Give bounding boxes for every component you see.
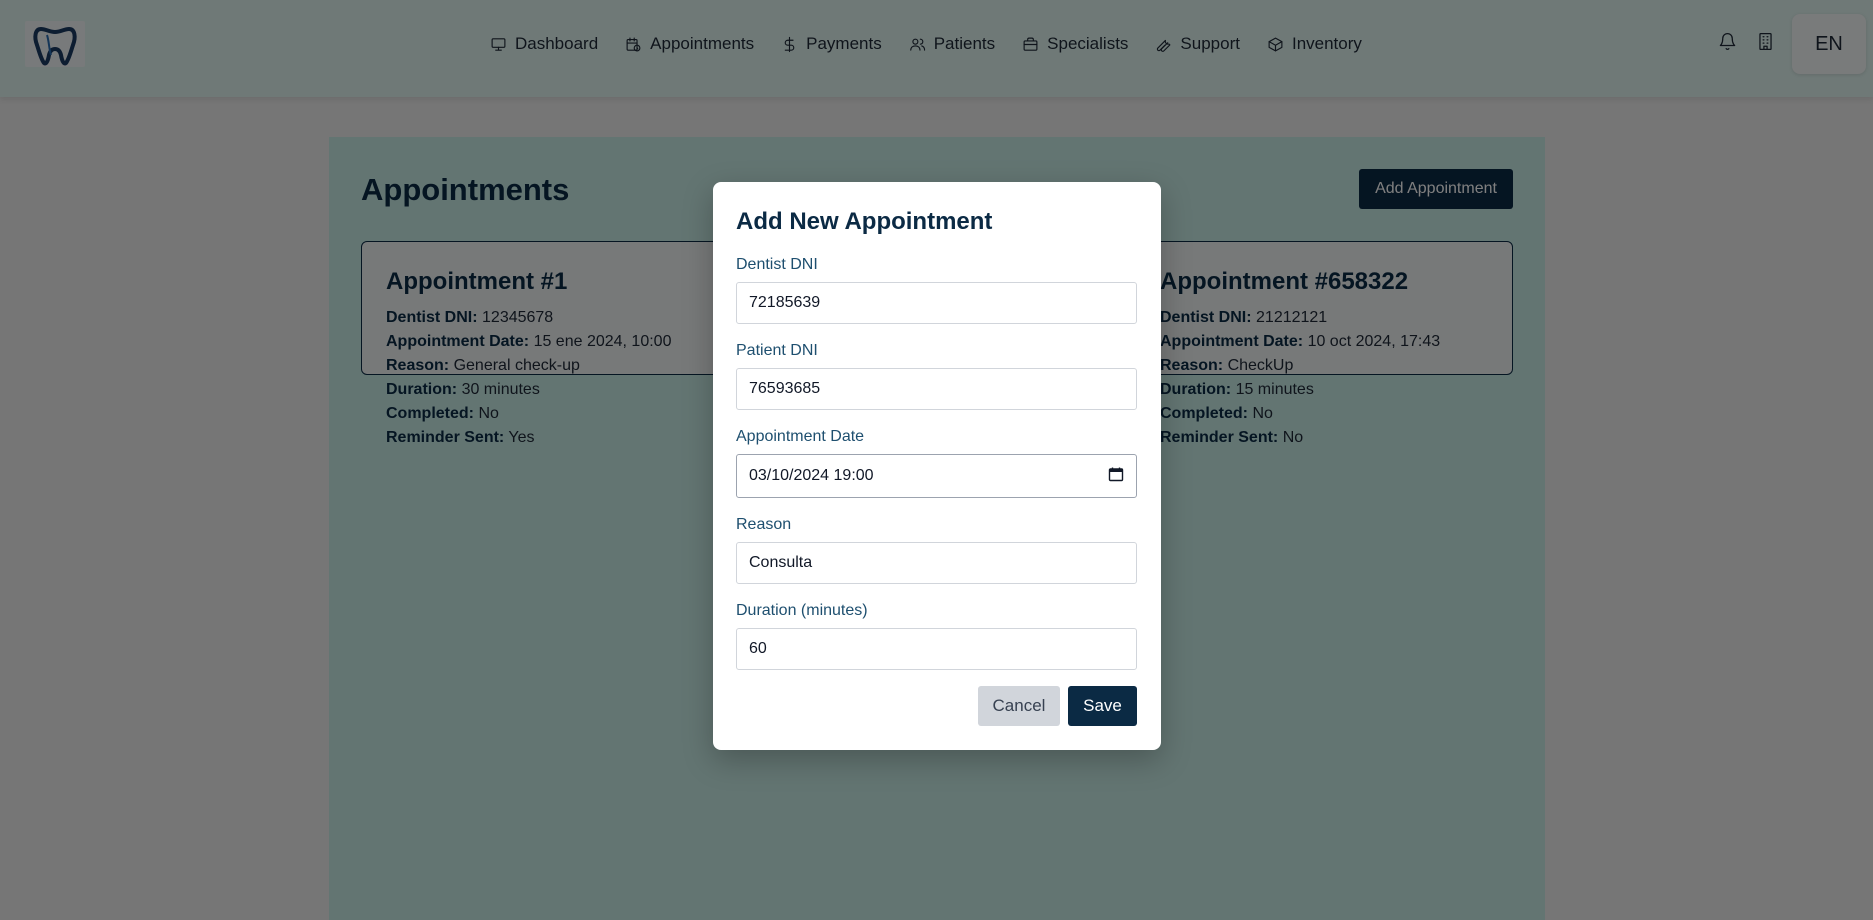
save-button[interactable]: Save — [1068, 686, 1137, 726]
patient-dni-label: Patient DNI — [736, 342, 818, 359]
duration-label: Duration (minutes) — [736, 602, 868, 619]
modal-title: Add New Appointment — [736, 208, 993, 235]
dentist-dni-input[interactable] — [736, 282, 1137, 324]
calendar-icon[interactable] — [1108, 466, 1124, 487]
duration-input[interactable] — [736, 628, 1137, 670]
add-appointment-modal: Add New Appointment Dentist DNI Patient … — [713, 182, 1161, 750]
reason-label: Reason — [736, 516, 792, 533]
appointment-date-input[interactable]: 03/10/2024 19:00 — [736, 454, 1137, 498]
patient-dni-input[interactable] — [736, 368, 1137, 410]
dentist-dni-label: Dentist DNI — [736, 256, 818, 273]
reason-input[interactable] — [736, 542, 1137, 584]
appointment-date-value: 03/10/2024 19:00 — [749, 467, 874, 484]
appointment-date-label: Appointment Date — [736, 428, 865, 445]
cancel-button[interactable]: Cancel — [978, 686, 1060, 726]
